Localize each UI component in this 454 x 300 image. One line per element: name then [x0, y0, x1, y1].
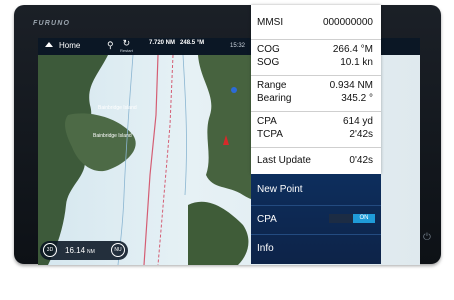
last-update-row: Last Update 0'42s	[257, 155, 373, 168]
brand-logo: FURUNO	[33, 20, 71, 27]
sog-value: 10.1 kn	[340, 57, 373, 68]
power-icon[interactable]: ⏻	[421, 232, 433, 244]
bearing-row: Bearing 345.2 °	[257, 93, 373, 106]
divider	[251, 234, 381, 235]
home-button[interactable]: Home	[45, 41, 80, 50]
map-label: Bainbridge Island	[93, 133, 132, 139]
range-number: 16.14	[65, 246, 86, 255]
divider	[251, 205, 381, 206]
target-info-panel: MMSI 000000000 COG 266.4 °M SOG 10.1 kn …	[251, 5, 381, 174]
cpa-toggle-on: ON	[353, 214, 375, 223]
tcpa-label: TCPA	[257, 129, 283, 140]
range-row: Range 0.934 NM	[257, 80, 373, 93]
scale-bar: 3D 16.14 NM NU	[40, 241, 128, 260]
divider	[251, 75, 381, 76]
map-label: Bainbridge Island	[98, 105, 137, 111]
restart-label: Restart	[120, 48, 133, 53]
range-unit: NM	[87, 249, 95, 255]
sog-row: SOG 10.1 kn	[257, 57, 373, 70]
cog-label: COG	[257, 44, 280, 55]
cpa-value: 614 yd	[342, 116, 373, 127]
cpa-row: CPA 614 yd	[257, 116, 373, 129]
new-point-button[interactable]: New Point	[257, 184, 303, 195]
bearing-label: Bearing	[257, 93, 292, 104]
divider	[251, 147, 381, 148]
view-3d-button[interactable]: 3D	[43, 243, 57, 257]
channel-line	[143, 55, 159, 265]
home-label: Home	[59, 41, 81, 50]
divider	[251, 111, 381, 112]
cog-row: COG 266.4 °M	[257, 44, 373, 57]
cpa-label: CPA	[257, 116, 277, 127]
mmsi-row: MMSI 000000000	[257, 17, 373, 30]
info-button[interactable]: Info	[257, 243, 274, 254]
clock: 15:32	[230, 43, 246, 49]
land-south-east	[188, 201, 249, 265]
restart-button[interactable]: ↻ Restart	[120, 39, 133, 55]
cpa-menu-item[interactable]: CPA	[257, 214, 277, 225]
mmsi-value: 000000000	[322, 17, 373, 28]
tcpa-row: TCPA 2'42s	[257, 129, 373, 142]
north-up-button[interactable]: NU	[111, 243, 125, 257]
cpa-toggle[interactable]: ON	[329, 214, 375, 223]
tcpa-value: 2'42s	[349, 129, 373, 140]
divider	[251, 39, 381, 40]
channel-line-2	[157, 55, 174, 265]
range-value: 0.934 NM	[329, 80, 373, 91]
pin-icon[interactable]: ⚲	[107, 40, 114, 51]
depth-contour-2	[182, 55, 187, 196]
home-icon	[45, 42, 53, 47]
range-scale-value: 16.14 NM	[65, 246, 95, 255]
route-readout: 7.720 NM 248.5 °M	[149, 40, 204, 47]
last-update-label: Last Update	[257, 155, 311, 166]
target-marker	[231, 87, 237, 93]
context-menu: New Point CPA ON Info	[251, 174, 381, 264]
bearing-value: 345.2 °	[341, 93, 373, 104]
last-update-value: 0'42s	[349, 155, 373, 166]
distance-readout: 7.720 NM	[149, 40, 176, 46]
cog-value: 266.4 °M	[332, 44, 373, 55]
sog-label: SOG	[257, 57, 280, 68]
mmsi-label: MMSI	[257, 17, 284, 28]
range-label: Range	[257, 80, 287, 91]
bearing-readout: 248.5 °M	[180, 40, 205, 46]
